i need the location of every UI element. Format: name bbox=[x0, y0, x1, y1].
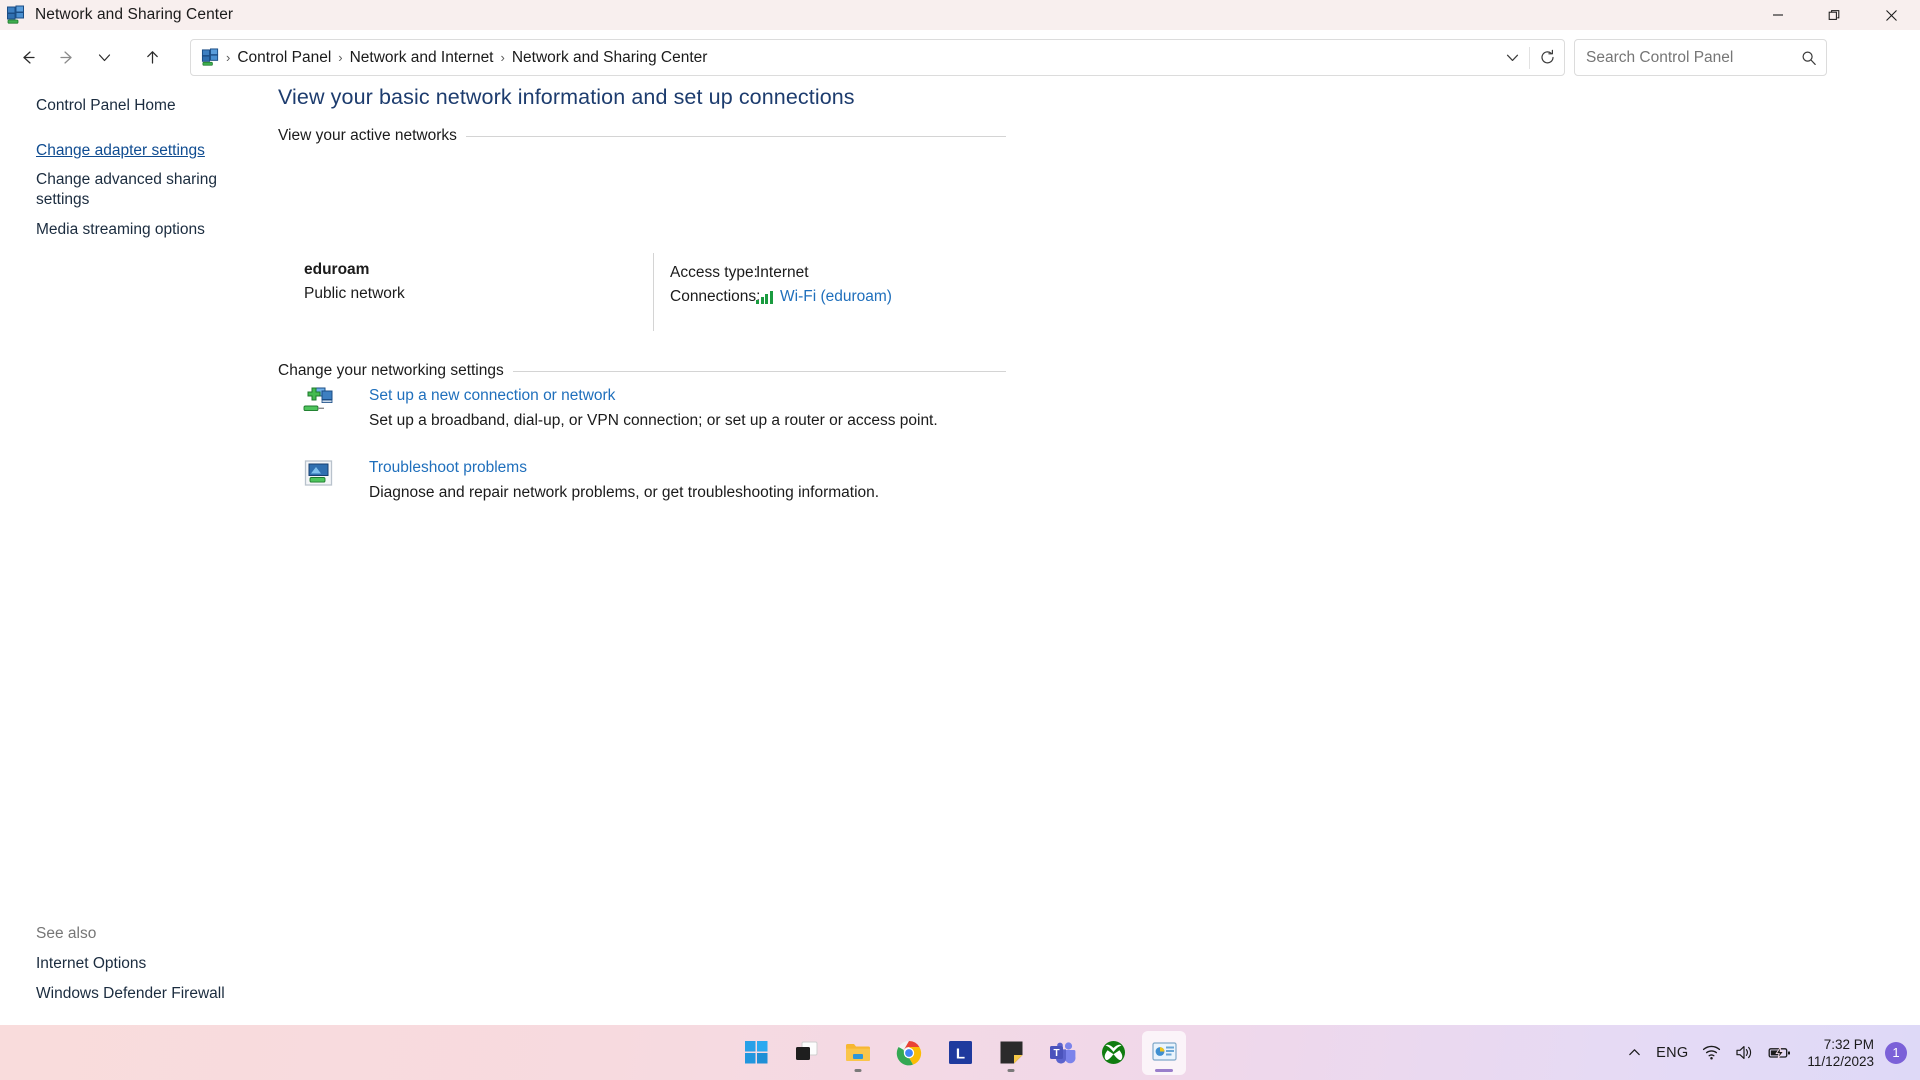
sidebar-item-windows-defender-firewall[interactable]: Windows Defender Firewall bbox=[36, 985, 225, 1003]
breadcrumb-separator-2: › bbox=[500, 50, 505, 65]
troubleshoot-monitor-icon bbox=[302, 457, 335, 490]
sidebar-item-media-streaming-options[interactable]: Media streaming options bbox=[36, 220, 205, 240]
task-link-troubleshoot-problems[interactable]: Troubleshoot problems bbox=[369, 459, 527, 477]
access-type-label: Access type: bbox=[670, 264, 758, 281]
navigation-sidebar: Control Panel Home Change adapter settin… bbox=[0, 85, 278, 1025]
language-indicator[interactable]: ENG bbox=[1649, 1034, 1695, 1072]
content-area: Control Panel Home Change adapter settin… bbox=[0, 85, 1920, 1025]
network-name: eduroam bbox=[304, 261, 370, 278]
access-type-row: Access type: Internet bbox=[670, 261, 892, 285]
battery-charging-icon[interactable] bbox=[1761, 1034, 1798, 1072]
network-type: Public network bbox=[304, 285, 405, 302]
see-also-heading: See also bbox=[36, 925, 97, 942]
running-indicator bbox=[1007, 1068, 1015, 1072]
search-box[interactable] bbox=[1574, 39, 1827, 76]
taskbar-app-list: L T bbox=[734, 1030, 1186, 1075]
group-rule bbox=[512, 370, 1006, 372]
group-header-active-networks: View your active networks bbox=[278, 127, 1006, 145]
taskbar: L T ENG 7:32 PM 11/12/2023 1 bbox=[0, 1025, 1920, 1080]
task-description-troubleshoot-problems: Diagnose and repair network problems, or… bbox=[369, 484, 880, 501]
svg-text:L: L bbox=[955, 1046, 964, 1063]
forward-button[interactable] bbox=[47, 40, 85, 76]
wifi-icon[interactable] bbox=[1695, 1034, 1728, 1072]
lastpass-button[interactable]: L bbox=[938, 1031, 982, 1075]
breadcrumb-separator-0: › bbox=[226, 50, 231, 65]
active-indicator bbox=[1155, 1068, 1173, 1072]
close-button[interactable] bbox=[1863, 0, 1920, 30]
running-indicator bbox=[854, 1068, 862, 1072]
search-icon[interactable] bbox=[1792, 40, 1826, 75]
active-network-details: Access type: Internet Connections: Wi-Fi… bbox=[670, 261, 892, 309]
breadcrumb: › Control Panel › Network and Internet ›… bbox=[224, 46, 1495, 70]
refresh-icon[interactable] bbox=[1530, 40, 1564, 75]
up-button[interactable] bbox=[133, 40, 171, 76]
minimize-button[interactable] bbox=[1749, 0, 1806, 30]
connection-link-wifi[interactable]: Wi-Fi (eduroam) bbox=[780, 288, 892, 306]
connections-row: Connections: Wi-Fi (eduroam) bbox=[670, 285, 892, 309]
breadcrumb-item-network-and-sharing-center[interactable]: Network and Sharing Center bbox=[507, 46, 713, 70]
group-label-networking-settings: Change your networking settings bbox=[278, 362, 504, 379]
network-monitors-icon bbox=[6, 5, 26, 25]
task-link-set-up-new-connection[interactable]: Set up a new connection or network bbox=[369, 387, 615, 405]
network-column-divider bbox=[653, 253, 654, 331]
group-header-networking-settings: Change your networking settings bbox=[278, 362, 1006, 380]
notification-badge[interactable]: 1 bbox=[1885, 1041, 1907, 1064]
breadcrumb-separator-1: › bbox=[338, 50, 343, 65]
group-label-active-networks: View your active networks bbox=[278, 127, 457, 144]
volume-icon[interactable] bbox=[1728, 1034, 1761, 1072]
sidebar-item-change-advanced-sharing-settings[interactable]: Change advanced sharing settings bbox=[36, 170, 236, 210]
breadcrumb-network-icon bbox=[201, 48, 220, 67]
start-button[interactable] bbox=[734, 1031, 778, 1075]
sidebar-item-control-panel-home[interactable]: Control Panel Home bbox=[36, 96, 176, 116]
sidebar-item-internet-options[interactable]: Internet Options bbox=[36, 955, 146, 973]
teams-button[interactable]: T bbox=[1040, 1031, 1084, 1075]
system-tray: ENG 7:32 PM 11/12/2023 1 bbox=[1620, 1025, 1920, 1080]
task-view-button[interactable] bbox=[785, 1031, 829, 1075]
network-sharing-center-window: Network and Sharing Center › Control Pan… bbox=[0, 0, 1920, 1080]
clock[interactable]: 7:32 PM 11/12/2023 bbox=[1798, 1036, 1883, 1070]
access-type-value: Internet bbox=[756, 264, 809, 281]
new-connection-icon bbox=[302, 385, 335, 418]
search-input[interactable] bbox=[1586, 48, 1792, 67]
address-bar[interactable]: › Control Panel › Network and Internet ›… bbox=[190, 39, 1565, 76]
chrome-button[interactable] bbox=[887, 1031, 931, 1075]
address-toolbar: › Control Panel › Network and Internet ›… bbox=[0, 30, 1920, 85]
window-controls bbox=[1749, 0, 1920, 30]
restore-button[interactable] bbox=[1806, 0, 1863, 30]
xbox-button[interactable] bbox=[1091, 1031, 1135, 1075]
task-description-set-up-new-connection: Set up a broadband, dial-up, or VPN conn… bbox=[369, 412, 938, 429]
chevron-down-icon[interactable] bbox=[1495, 40, 1529, 75]
connections-label: Connections: bbox=[670, 288, 761, 305]
window-title: Network and Sharing Center bbox=[35, 6, 234, 23]
sticky-notes-button[interactable] bbox=[989, 1031, 1033, 1075]
back-button[interactable] bbox=[9, 40, 47, 76]
chevron-up-icon[interactable] bbox=[1620, 1034, 1649, 1072]
file-explorer-button[interactable] bbox=[836, 1031, 880, 1075]
clock-time: 7:32 PM bbox=[1823, 1036, 1874, 1052]
breadcrumb-item-control-panel[interactable]: Control Panel bbox=[232, 46, 336, 70]
group-rule bbox=[465, 135, 1006, 137]
window-titlebar: Network and Sharing Center bbox=[0, 0, 1920, 30]
clock-date: 11/12/2023 bbox=[1807, 1053, 1874, 1069]
sidebar-item-change-adapter-settings[interactable]: Change adapter settings bbox=[36, 141, 205, 161]
page-title: View your basic network information and … bbox=[278, 85, 855, 109]
breadcrumb-item-network-and-internet[interactable]: Network and Internet bbox=[345, 46, 499, 70]
recent-locations-button[interactable] bbox=[85, 40, 123, 76]
svg-text:T: T bbox=[1053, 1048, 1059, 1059]
wifi-signal-bars-icon bbox=[756, 290, 774, 304]
control-panel-button[interactable] bbox=[1142, 1030, 1186, 1075]
